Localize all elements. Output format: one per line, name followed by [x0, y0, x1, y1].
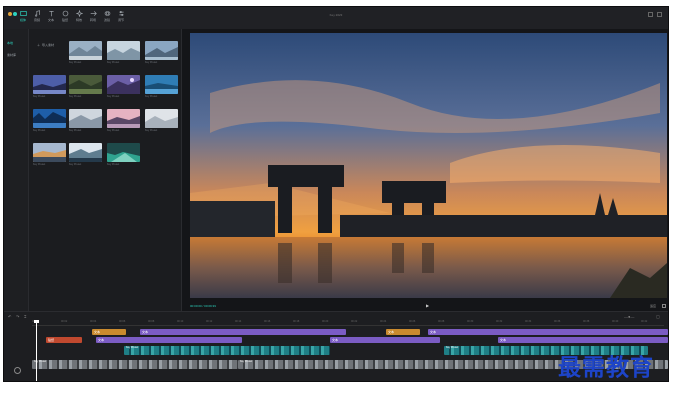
- ratio-select[interactable]: 适应: [650, 304, 656, 308]
- ruler-tick: 00:32: [496, 320, 503, 323]
- plus-icon: ＋: [37, 43, 41, 47]
- timeline-clip[interactable]: 文本: [96, 337, 242, 343]
- ruler-tick: 00:24: [380, 320, 387, 323]
- timeline-clip[interactable]: 文本: [386, 329, 420, 335]
- sidebar-item-library[interactable]: 素材库: [7, 53, 16, 57]
- track-settings-icon[interactable]: [14, 367, 21, 374]
- fit-icon[interactable]: ▢: [656, 314, 660, 319]
- media-thumb[interactable]: Key Preset: [107, 109, 140, 133]
- ruler-tick: 00:14: [235, 320, 242, 323]
- media-thumb[interactable]: Key Preset: [145, 75, 178, 99]
- media-thumb[interactable]: Key Preset: [107, 75, 140, 99]
- media-panel: ＋ 导入素材 Key Preset Key Preset Key Preset …: [29, 29, 182, 311]
- tool-text[interactable]: 文本: [46, 9, 56, 25]
- title-bar: 媒体 音频 文本 贴纸 特效 转场 滤镜 调节 Key 2023: [4, 7, 668, 30]
- import-button[interactable]: ＋ 导入素材: [37, 43, 63, 67]
- media-thumb[interactable]: Key Preset: [69, 143, 102, 167]
- redo-icon[interactable]: ↷: [16, 314, 19, 319]
- tool-adjust[interactable]: 调节: [116, 9, 126, 25]
- ruler-tick: 00:18: [293, 320, 300, 323]
- tool-media[interactable]: 媒体: [18, 9, 28, 25]
- ruler-tick: 00:38: [583, 320, 590, 323]
- timeline-toolbar: ↶ ↷ ⌶ —●— ▢: [4, 312, 668, 320]
- ruler-tick: 00:20: [322, 320, 329, 323]
- ruler-tick: 00:42: [641, 320, 648, 323]
- timeline-clip[interactable]: 贴纸: [46, 337, 82, 343]
- media-thumb[interactable]: Key Preset: [107, 41, 140, 65]
- zoom-slider[interactable]: —●—: [624, 314, 634, 319]
- tool-audio[interactable]: 音频: [32, 9, 42, 25]
- media-thumb[interactable]: Key Preset: [107, 143, 140, 167]
- preview-panel: 00:00:00 / 00:09:39 ▶ 适应: [182, 29, 668, 311]
- media-thumb[interactable]: Key Preset: [69, 41, 102, 65]
- playhead[interactable]: [34, 320, 39, 381]
- undo-icon[interactable]: ↶: [8, 314, 11, 319]
- video-preview[interactable]: [190, 33, 667, 298]
- tool-effects[interactable]: 特效: [74, 9, 84, 25]
- play-icon[interactable]: ▶: [426, 303, 429, 308]
- ruler-tick: 00:08: [148, 320, 155, 323]
- ruler-tick: 00:40: [612, 320, 619, 323]
- window-controls: [648, 12, 662, 17]
- ruler-tick: 00:36: [554, 320, 561, 323]
- ruler-tick: 00:02: [61, 320, 68, 323]
- media-thumb[interactable]: Key Preset: [33, 75, 66, 99]
- split-icon[interactable]: ⌶: [24, 314, 26, 319]
- fullscreen-icon[interactable]: [662, 304, 666, 308]
- video-track-clip[interactable]: Key Preset: [32, 360, 238, 369]
- timeline-clip[interactable]: 文本: [330, 337, 440, 343]
- media-thumb[interactable]: Key Preset: [69, 109, 102, 133]
- app-window: 媒体 音频 文本 贴纸 特效 转场 滤镜 调节 Key 2023 本地 素材库 …: [3, 6, 669, 382]
- ruler-tick: 00:04: [90, 320, 97, 323]
- ruler-tick: 00:10: [177, 320, 184, 323]
- toolbar: 媒体 音频 文本 贴纸 特效 转场 滤镜 调节: [18, 9, 126, 25]
- timeline-clip[interactable]: 文本: [428, 329, 668, 335]
- timeline-clip[interactable]: 文本: [92, 329, 126, 335]
- ruler-tick: 00:34: [525, 320, 532, 323]
- maximize-icon[interactable]: [657, 12, 662, 17]
- timeline-ruler[interactable]: 00:0000:0200:0400:0600:0800:1000:1200:14…: [32, 320, 664, 326]
- ruler-tick: 00:12: [206, 320, 213, 323]
- timeline-clip[interactable]: 文本: [498, 337, 668, 343]
- video-track-clip[interactable]: Key Preset: [124, 346, 330, 355]
- tool-filter[interactable]: 滤镜: [102, 9, 112, 25]
- ruler-tick: 00:06: [119, 320, 126, 323]
- layout-icon[interactable]: [648, 12, 653, 17]
- media-thumb[interactable]: Key Preset: [145, 41, 178, 65]
- watermark: 最需教育: [558, 355, 654, 381]
- timeline-clip[interactable]: 文本: [140, 329, 346, 335]
- media-thumb[interactable]: Key Preset: [33, 143, 66, 167]
- media-thumb[interactable]: Key Preset: [69, 75, 102, 99]
- media-thumb[interactable]: Key Preset: [33, 109, 66, 133]
- timecode: 00:00:00 / 00:09:39: [190, 304, 216, 308]
- tool-sticker[interactable]: 贴纸: [60, 9, 70, 25]
- tool-transition[interactable]: 转场: [88, 9, 98, 25]
- ruler-tick: 00:26: [409, 320, 416, 323]
- window-title: Key 2023: [329, 13, 343, 17]
- ruler-tick: 00:22: [351, 320, 358, 323]
- ruler-tick: 00:16: [264, 320, 271, 323]
- media-thumb[interactable]: Key Preset: [145, 109, 178, 133]
- left-sidebar: 本地 素材库: [4, 29, 29, 311]
- ruler-tick: 00:30: [467, 320, 474, 323]
- ruler-tick: 00:28: [438, 320, 445, 323]
- sidebar-item-local[interactable]: 本地: [7, 41, 13, 45]
